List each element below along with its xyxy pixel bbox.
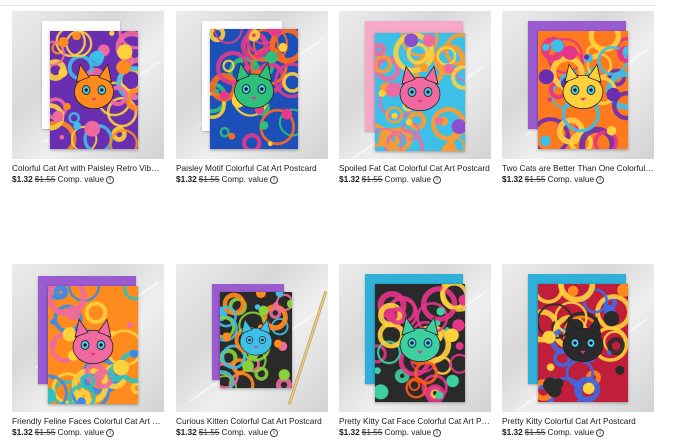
original-price: $1.55 [361,427,383,437]
postcard-art [538,284,628,402]
postcard-art [210,29,298,149]
product-image[interactable] [502,11,654,159]
product-image[interactable] [176,11,328,159]
comp-value-label: Comp. value [57,174,105,184]
sale-price: $1.32 [339,174,360,184]
info-icon[interactable]: i [270,175,279,184]
pen-prop [287,290,328,406]
sale-price: $1.32 [12,427,33,437]
comp-value-label: Comp. value [384,174,432,184]
comp-value-label: Comp. value [547,174,595,184]
product-card[interactable]: Spoiled Fat Cat Colorful Cat Art Postcar… [339,11,491,185]
product-title[interactable]: Paisley Motif Colorful Cat Art Postcard [176,163,328,174]
product-title[interactable]: Curious Kitten Colorful Cat Art Postcard [176,416,328,427]
comp-value-label: Comp. value [57,427,105,437]
original-price: $1.55 [361,174,383,184]
info-icon[interactable]: i [596,175,605,184]
original-price: $1.55 [198,427,220,437]
product-card[interactable]: Two Cats are Better Than One Colorful C.… [502,11,654,185]
postcard-art [48,286,138,404]
info-icon[interactable]: i [270,428,279,437]
product-card[interactable]: Curious Kitten Colorful Cat Art Postcard… [176,264,328,438]
cat-art-svg [210,29,298,149]
price-row: $1.32 $1.55 Comp. value i [502,174,654,185]
product-image[interactable] [339,11,491,159]
info-icon[interactable]: i [106,175,115,184]
sale-price: $1.32 [176,427,197,437]
product-title[interactable]: Pretty Kitty Colorful Cat Art Postcard [502,416,654,427]
comp-value-label: Comp. value [384,427,432,437]
cat-art-svg [50,31,138,149]
price-row: $1.32 $1.55 Comp. value i [339,427,491,438]
original-price: $1.55 [34,174,56,184]
product-image[interactable] [12,11,164,159]
price-row: $1.32 $1.55 Comp. value i [176,427,328,438]
product-title[interactable]: Two Cats are Better Than One Colorful C.… [502,163,654,174]
sale-price: $1.32 [502,427,523,437]
product-title[interactable]: Friendly Feline Faces Colorful Cat Art P… [12,416,164,427]
product-title[interactable]: Colorful Cat Art with Paisley Retro Vibe… [12,163,164,174]
product-image[interactable] [176,264,328,412]
comp-value-label: Comp. value [221,174,269,184]
cat-art-svg [375,33,465,151]
postcard-art [220,292,292,388]
postcard-art [375,33,465,151]
top-divider [0,5,655,6]
product-card[interactable]: Pretty Kitty Cat Face Colorful Cat Art P… [339,264,491,438]
postcard-art [375,284,465,402]
product-card[interactable]: Paisley Motif Colorful Cat Art Postcard … [176,11,328,185]
sale-price: $1.32 [502,174,523,184]
product-image[interactable] [339,264,491,412]
original-price: $1.55 [198,174,220,184]
original-price: $1.55 [34,427,56,437]
cat-art-svg [375,284,465,402]
product-card[interactable]: Colorful Cat Art with Paisley Retro Vibe… [12,11,164,185]
comp-value-label: Comp. value [547,427,595,437]
price-row: $1.32 $1.55 Comp. value i [12,174,164,185]
product-image[interactable] [502,264,654,412]
product-card[interactable]: Friendly Feline Faces Colorful Cat Art P… [12,264,164,438]
cat-art-svg [220,292,292,388]
price-row: $1.32 $1.55 Comp. value i [12,427,164,438]
price-row: $1.32 $1.55 Comp. value i [339,174,491,185]
info-icon[interactable]: i [596,428,605,437]
product-image[interactable] [12,264,164,412]
postcard-art [50,31,138,149]
info-icon[interactable]: i [433,175,442,184]
original-price: $1.55 [524,427,546,437]
info-icon[interactable]: i [433,428,442,437]
product-title[interactable]: Spoiled Fat Cat Colorful Cat Art Postcar… [339,163,491,174]
info-icon[interactable]: i [106,428,115,437]
comp-value-label: Comp. value [221,427,269,437]
cat-art-svg [538,284,628,402]
price-row: $1.32 $1.55 Comp. value i [502,427,654,438]
sale-price: $1.32 [339,427,360,437]
cat-art-svg [48,286,138,404]
sale-price: $1.32 [12,174,33,184]
price-row: $1.32 $1.55 Comp. value i [176,174,328,185]
postcard-art [538,31,628,149]
cat-art-svg [538,31,628,149]
sale-price: $1.32 [176,174,197,184]
product-card[interactable]: Pretty Kitty Colorful Cat Art Postcard $… [502,264,654,438]
original-price: $1.55 [524,174,546,184]
product-title[interactable]: Pretty Kitty Cat Face Colorful Cat Art P… [339,416,491,427]
